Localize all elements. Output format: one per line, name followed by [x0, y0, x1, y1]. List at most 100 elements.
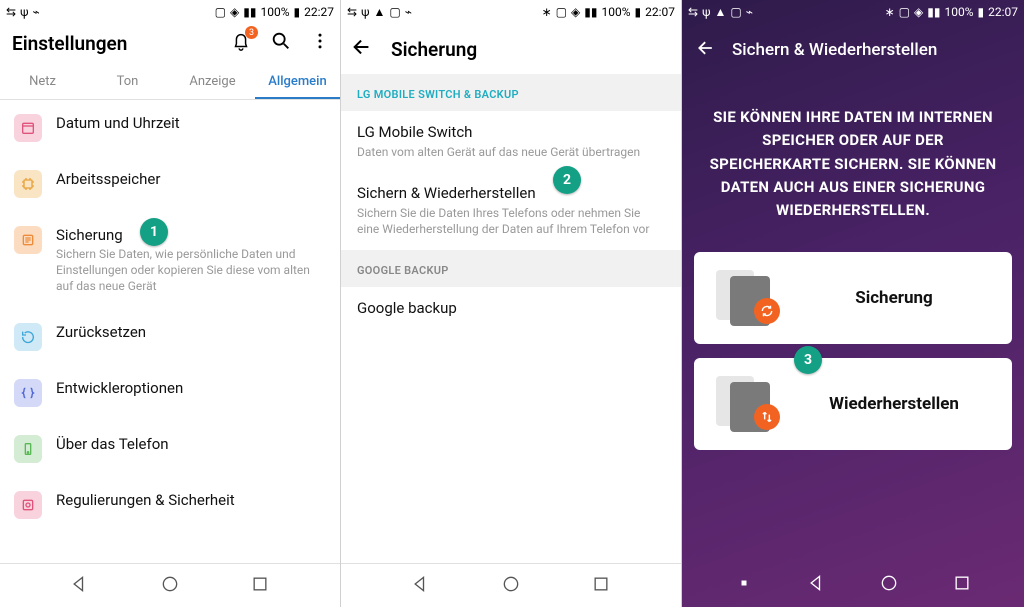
warning-icon: ▲ [373, 5, 385, 19]
photo-icon: ▢ [389, 5, 400, 19]
item-memory[interactable]: Arbeitsspeicher [0, 156, 340, 212]
clock-icon [14, 114, 42, 142]
item-label: Arbeitsspeicher [56, 170, 326, 188]
nav-recent[interactable] [591, 574, 611, 598]
wifi-icon: ◈ [230, 5, 239, 19]
reset-icon [14, 323, 42, 351]
battery-icon: ▮ [978, 5, 985, 19]
tabs: Netz Ton Anzeige Allgemein [0, 56, 340, 100]
nav-bar [0, 563, 340, 607]
step-badge-2: 2 [553, 166, 581, 194]
notification-badge: 3 [245, 26, 258, 39]
item-google-backup[interactable]: Google backup [341, 287, 681, 329]
card-restore[interactable]: Wiederherstellen 3 [694, 358, 1012, 450]
item-label: Regulierungen & Sicherheit [56, 491, 326, 509]
vibrate-icon: ▢ [899, 5, 910, 19]
tab-display[interactable]: Anzeige [170, 64, 255, 99]
sync-icon [754, 298, 780, 324]
status-bar: ⇆ ψ ▲ ▢ ⌁ ∗ ▢ ◈ ▮▮ 100% ▮ 22:07 [341, 0, 681, 24]
nav-home[interactable] [501, 574, 521, 598]
nav-home[interactable] [160, 574, 180, 598]
signal-icon: ▮▮ [243, 5, 256, 19]
clock: 22:07 [645, 5, 675, 19]
tab-general[interactable]: Allgemein [255, 64, 340, 99]
intro-text: SIE KÖNNEN IHRE DATEN IM INTERNEN SPEICH… [682, 76, 1024, 252]
sync-icon: ⇆ [688, 5, 698, 19]
item-label: Entwickleroptionen [56, 379, 326, 397]
item-label: Zurücksetzen [56, 323, 326, 341]
shield-icon [14, 491, 42, 519]
page-title: Sichern & Wiederherstellen [732, 40, 937, 60]
nav-bar [341, 563, 681, 607]
braces-icon [14, 379, 42, 407]
sync-icon: ⇆ [347, 5, 357, 19]
nav-back[interactable] [807, 573, 827, 597]
chip-icon [14, 170, 42, 198]
backup-icon [14, 226, 42, 254]
usb-icon: ψ [361, 5, 369, 19]
card-label: Sicherung [794, 288, 994, 308]
warning-icon: ▲ [714, 5, 726, 19]
search-button[interactable] [270, 30, 292, 56]
card-backup[interactable]: Sicherung [694, 252, 1012, 344]
bug-icon: ⌁ [405, 5, 412, 19]
screen-settings: ⇆ ψ ⌁ ▢ ◈ ▮▮ 100% ▮ 22:27 Einstellungen … [0, 0, 341, 607]
status-bar: ⇆ ψ ▲ ▢ ⌁ ∗ ▢ ◈ ▮▮ 100% ▮ 22:07 [682, 0, 1024, 24]
section-google-backup: GOOGLE BACKUP [341, 250, 681, 287]
signal-icon: ▮▮ [584, 5, 597, 19]
tab-sound[interactable]: Ton [85, 64, 170, 99]
restore-illustration [712, 376, 782, 432]
item-reset[interactable]: Zurücksetzen [0, 309, 340, 365]
usb-icon: ψ [20, 5, 28, 19]
item-mobile-switch[interactable]: LG Mobile Switch Daten vom alten Gerät a… [341, 111, 681, 172]
tab-network[interactable]: Netz [0, 64, 85, 99]
nav-back[interactable] [411, 574, 431, 598]
item-sub: Sichern Sie die Daten Ihres Telefons ode… [357, 205, 665, 237]
bug-icon: ⌁ [32, 5, 39, 19]
header: Sicherung [341, 24, 681, 74]
notifications-button[interactable]: 3 [230, 30, 252, 56]
clock: 22:27 [304, 5, 334, 19]
back-button[interactable] [351, 36, 373, 62]
vibrate-icon: ▢ [556, 5, 567, 19]
item-about-phone[interactable]: Über das Telefon [0, 421, 340, 477]
page-title: Einstellungen [12, 32, 127, 55]
usb-icon: ψ [702, 5, 710, 19]
item-backup[interactable]: Sicherung Sichern Sie Daten, wie persönl… [0, 212, 340, 309]
bt-icon: ∗ [542, 5, 552, 19]
page-title: Sicherung [391, 38, 477, 61]
settings-list: Datum und Uhrzeit Arbeitsspeicher Sicher… [0, 100, 340, 563]
nav-recent[interactable] [952, 573, 972, 597]
item-developer[interactable]: Entwickleroptionen [0, 365, 340, 421]
battery-pct: 100% [601, 5, 630, 19]
vibrate-icon: ▢ [215, 5, 226, 19]
status-bar: ⇆ ψ ⌁ ▢ ◈ ▮▮ 100% ▮ 22:27 [0, 0, 340, 24]
nav-recent[interactable] [250, 574, 270, 598]
item-sub: Sichern Sie Daten, wie persönliche Daten… [56, 246, 326, 295]
cards: Sicherung Wiederherstellen 3 [682, 252, 1024, 450]
wifi-icon: ◈ [914, 5, 923, 19]
nav-home[interactable] [879, 573, 899, 597]
item-date-time[interactable]: Datum und Uhrzeit [0, 100, 340, 156]
nav-notif[interactable] [734, 573, 754, 597]
battery-icon: ▮ [294, 5, 301, 19]
item-backup-restore[interactable]: Sichern & Wiederherstellen Sichern Sie d… [341, 172, 681, 249]
screen-backup-restore: ⇆ ψ ▲ ▢ ⌁ ∗ ▢ ◈ ▮▮ 100% ▮ 22:07 Sichern … [682, 0, 1024, 607]
item-regulatory[interactable]: Regulierungen & Sicherheit [0, 477, 340, 533]
step-badge-1: 1 [140, 218, 168, 246]
battery-icon: ▮ [635, 5, 642, 19]
step-badge-3: 3 [794, 346, 822, 374]
item-sub: Daten vom alten Gerät auf das neue Gerät… [357, 144, 665, 160]
back-button[interactable] [696, 38, 716, 62]
item-label: Google backup [357, 299, 665, 317]
item-label: Über das Telefon [56, 435, 326, 453]
item-label: Sichern & Wiederherstellen [357, 184, 665, 202]
overflow-button[interactable] [310, 31, 330, 55]
transfer-icon [754, 404, 780, 430]
nav-back[interactable] [70, 574, 90, 598]
battery-pct: 100% [944, 5, 973, 19]
bug-icon: ⌁ [746, 5, 753, 19]
phone-icon [14, 435, 42, 463]
item-label: LG Mobile Switch [357, 123, 665, 141]
wifi-icon: ◈ [571, 5, 580, 19]
